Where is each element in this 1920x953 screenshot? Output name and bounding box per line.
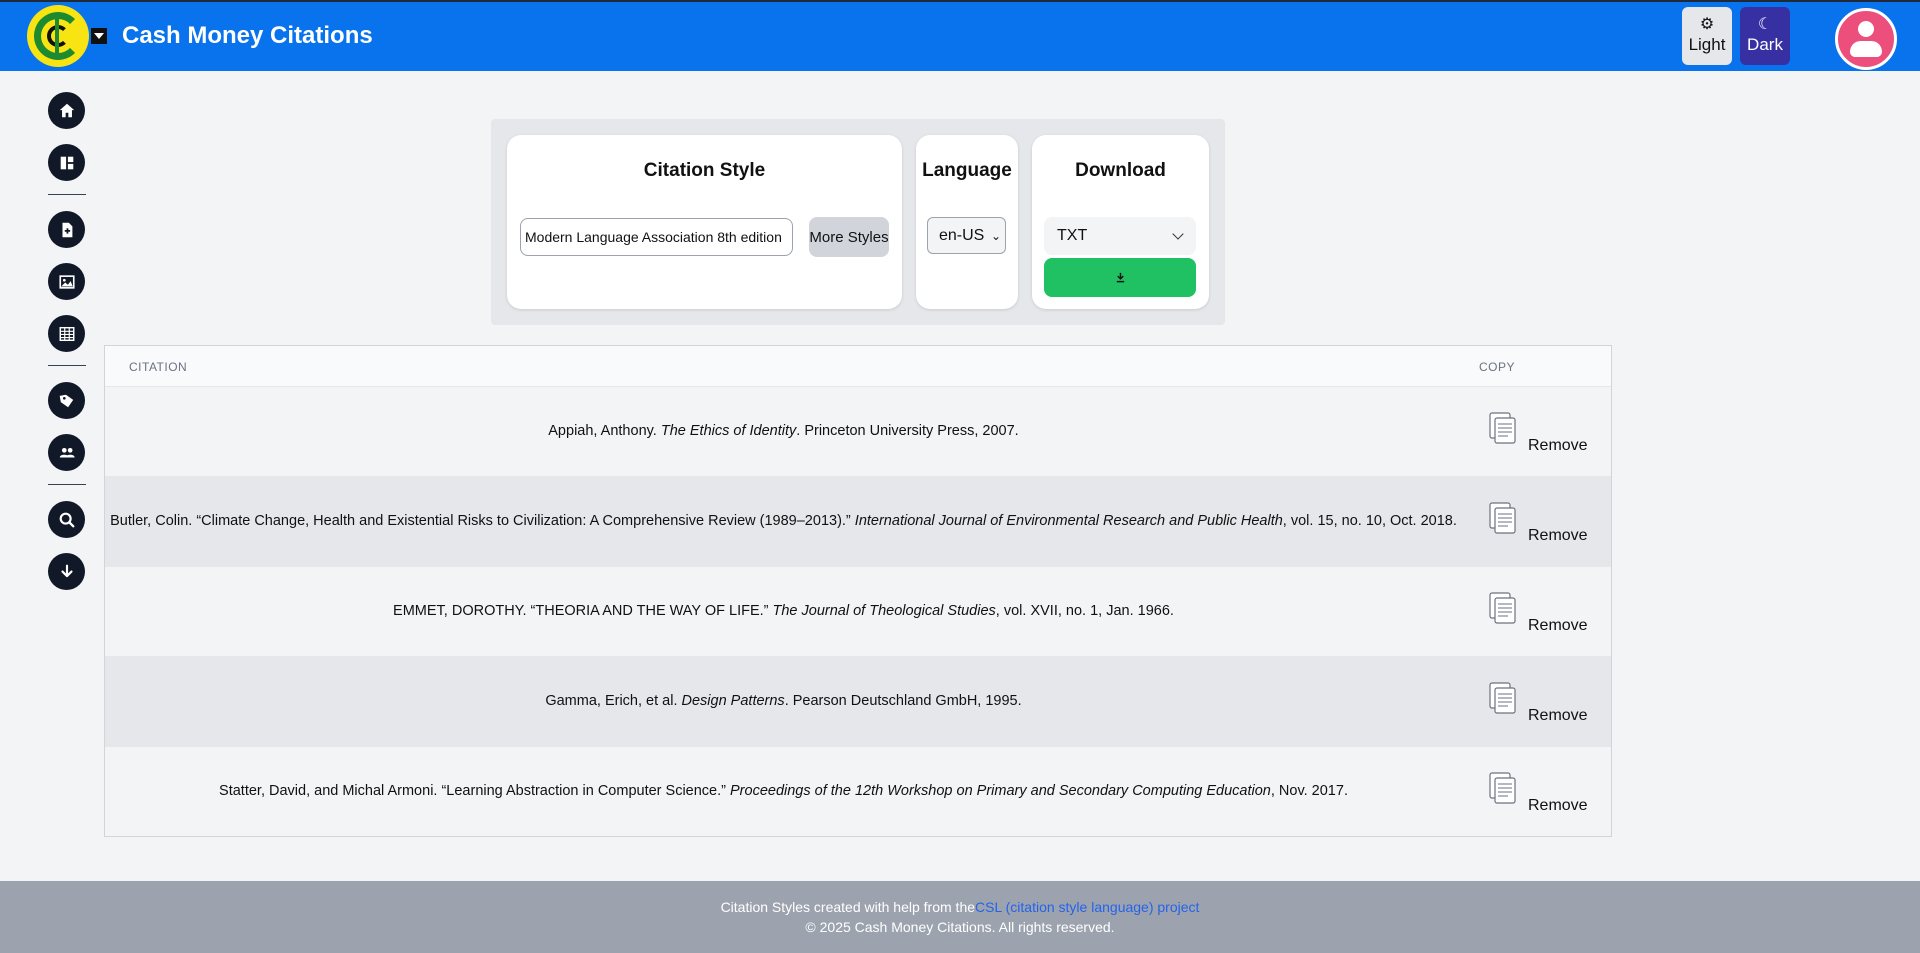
- footer-credit-text: Citation Styles created with help from t…: [720, 899, 976, 915]
- download-card: Download TXT: [1032, 135, 1209, 309]
- download-icon: [1116, 272, 1124, 283]
- sidebar-image-button[interactable]: [48, 263, 85, 300]
- csl-project-link[interactable]: CSL (citation style language) project: [975, 899, 1199, 915]
- logo-bar-shape: [55, 19, 59, 53]
- remove-button[interactable]: Remove: [1528, 617, 1588, 635]
- copy-column-header: COPY: [1479, 360, 1516, 374]
- sidebar-tags-button[interactable]: [48, 382, 85, 419]
- citation-text: EMMET, DOROTHY. “THEORIA AND THE WAY OF …: [393, 603, 1174, 619]
- users-icon: [59, 447, 75, 457]
- language-select-value: en-US: [939, 226, 985, 244]
- sidebar-add-file-button[interactable]: [48, 211, 85, 248]
- user-avatar-head: [1858, 21, 1874, 37]
- sidebar-home-button[interactable]: [48, 92, 85, 129]
- copy-icon[interactable]: [1488, 591, 1518, 625]
- citation-text: Butler, Colin. “Climate Change, Health a…: [110, 513, 1457, 529]
- sidebar: [48, 92, 86, 605]
- citation-style-input[interactable]: [520, 218, 793, 256]
- citation-settings-panel: Citation Style More Styles Language en-U…: [491, 119, 1225, 325]
- footer-credit: Citation Styles created with help from t…: [0, 899, 1920, 915]
- remove-button[interactable]: Remove: [1528, 527, 1588, 545]
- image-icon: [58, 274, 75, 289]
- sun-icon: ⚙: [1699, 16, 1715, 33]
- sidebar-dashboard-button[interactable]: [48, 144, 85, 181]
- table-row: Butler, Colin. “Climate Change, Health a…: [105, 477, 1611, 567]
- sidebar-divider: [48, 365, 86, 366]
- sidebar-download-button[interactable]: [48, 553, 85, 590]
- light-theme-button[interactable]: ⚙ Light: [1682, 7, 1732, 65]
- logo-ring: [34, 12, 82, 60]
- more-styles-button[interactable]: More Styles: [809, 217, 889, 257]
- copy-icon[interactable]: [1488, 771, 1518, 805]
- dark-theme-button[interactable]: ☾ Dark: [1740, 7, 1790, 65]
- user-avatar-body: [1850, 41, 1882, 57]
- app-menu-toggle[interactable]: [91, 28, 107, 44]
- footer-copyright: © 2025 Cash Money Citations. All rights …: [805, 919, 1115, 935]
- remove-button[interactable]: Remove: [1528, 797, 1588, 815]
- chevron-down-icon: ⌄: [988, 229, 1001, 243]
- caret-down-icon: [94, 33, 104, 39]
- tags-icon: [59, 394, 73, 407]
- search-icon: [59, 512, 74, 527]
- language-heading: Language: [922, 160, 1012, 181]
- table-icon: [59, 326, 74, 341]
- table-header: CITATION COPY: [105, 346, 1611, 387]
- citation-text: Statter, David, and Michal Armoni. “Lear…: [219, 783, 1348, 799]
- add-file-icon: [62, 222, 72, 237]
- copy-icon[interactable]: [1488, 501, 1518, 535]
- download-format-select[interactable]: TXT: [1044, 217, 1196, 255]
- light-theme-label: Light: [1688, 35, 1726, 54]
- table-row: Appiah, Anthony. The Ethics of Identity.…: [105, 387, 1611, 477]
- remove-button[interactable]: Remove: [1528, 437, 1588, 455]
- moon-icon: ☾: [1757, 16, 1773, 33]
- citation-text: Appiah, Anthony. The Ethics of Identity.…: [548, 423, 1019, 439]
- sidebar-search-button[interactable]: [48, 501, 85, 538]
- home-icon: [59, 103, 74, 117]
- download-button[interactable]: [1044, 258, 1196, 297]
- logo-icon[interactable]: [27, 5, 89, 67]
- citation-style-card: Citation Style More Styles: [507, 135, 902, 309]
- copy-icon[interactable]: [1488, 681, 1518, 715]
- remove-button[interactable]: Remove: [1528, 707, 1588, 725]
- table-row: Statter, David, and Michal Armoni. “Lear…: [105, 747, 1611, 837]
- language-card: Language en-US ⌄: [916, 135, 1018, 309]
- app-title: Cash Money Citations: [122, 22, 373, 49]
- download-format-value: TXT: [1057, 227, 1088, 244]
- language-select[interactable]: en-US ⌄: [927, 217, 1006, 254]
- footer: Citation Styles created with help from t…: [0, 881, 1920, 953]
- sidebar-users-button[interactable]: [48, 434, 85, 471]
- table-row: EMMET, DOROTHY. “THEORIA AND THE WAY OF …: [105, 567, 1611, 657]
- sidebar-divider: [48, 194, 86, 195]
- citation-column-header: CITATION: [129, 360, 188, 374]
- chevron-down-icon: [1172, 228, 1184, 240]
- citations-table: CITATION COPY Appiah, Anthony. The Ethic…: [104, 345, 1612, 837]
- dark-theme-label: Dark: [1747, 35, 1783, 54]
- citation-text: Gamma, Erich, et al. Design Patterns. Pe…: [545, 693, 1022, 709]
- table-row: Gamma, Erich, et al. Design Patterns. Pe…: [105, 657, 1611, 747]
- dashboard-icon: [60, 156, 73, 169]
- copy-icon[interactable]: [1488, 411, 1518, 445]
- top-bar: Cash Money Citations ⚙ Light ☾ Dark: [0, 0, 1920, 71]
- user-avatar[interactable]: [1835, 8, 1897, 70]
- download-icon: [60, 564, 73, 577]
- sidebar-table-button[interactable]: [48, 315, 85, 352]
- download-heading: Download: [1075, 160, 1166, 181]
- sidebar-divider: [48, 484, 86, 485]
- citation-style-heading: Citation Style: [643, 160, 766, 181]
